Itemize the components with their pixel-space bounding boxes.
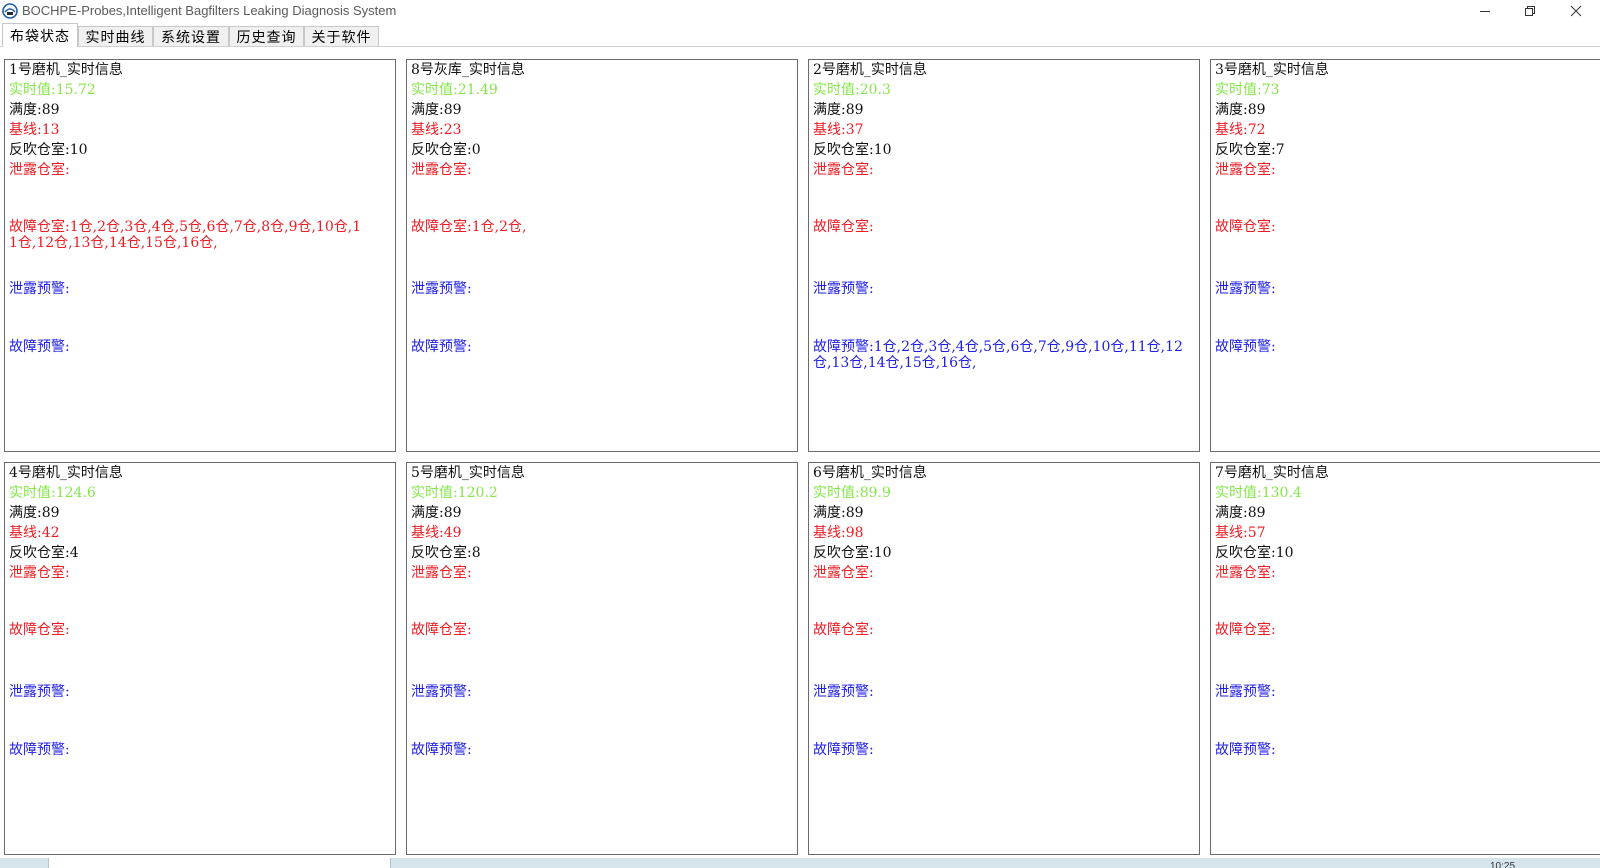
fault-warning: 故障预警:: [9, 339, 70, 355]
baseline: 基线:57: [1215, 525, 1266, 541]
title-bar[interactable]: BOCHPE-Probes,Intelligent Bagfilters Lea…: [0, 0, 1600, 23]
realtime-value: 实时值:20.3: [813, 82, 891, 98]
fault-warning: 故障预警:1仓,2仓,3仓,4仓,5仓,6仓,7仓,9仓,10仓,11仓,12仓…: [813, 339, 1183, 371]
taskbar-clock[interactable]: 10:25: [1490, 858, 1515, 868]
panel-ash-silo-8: 8号灰库_实时信息 实时值:21.49 满度:89 基线:23 反吹仓室:0 泄…: [406, 59, 798, 452]
tab-bag-status[interactable]: 布袋状态: [2, 23, 78, 47]
pulse-chamber: 反吹仓室:7: [1215, 142, 1285, 158]
panel-title: 2号磨机_实时信息: [813, 62, 927, 78]
pulse-chamber: 反吹仓室:0: [411, 142, 481, 158]
baseline: 基线:98: [813, 525, 864, 541]
realtime-value: 实时值:89.9: [813, 485, 891, 501]
panel-title: 3号磨机_实时信息: [1215, 62, 1329, 78]
panel-mill-4: 4号磨机_实时信息 实时值:124.6 满度:89 基线:42 反吹仓室:4 泄…: [4, 462, 396, 855]
leak-warning: 泄露预警:: [813, 684, 874, 700]
panel-title: 6号磨机_实时信息: [813, 465, 927, 481]
full-scale: 满度:89: [9, 102, 60, 118]
restore-button[interactable]: [1507, 0, 1552, 22]
baseline: 基线:72: [1215, 122, 1266, 138]
panel-mill-3: 3号磨机_实时信息 实时值:73 满度:89 基线:72 反吹仓室:7 泄露仓室…: [1210, 59, 1600, 452]
leak-chamber: 泄露仓室:: [9, 162, 70, 178]
full-scale: 满度:89: [411, 102, 462, 118]
pulse-chamber: 反吹仓室:10: [813, 545, 892, 561]
leak-warning: 泄露预警:: [411, 684, 472, 700]
full-scale: 满度:89: [1215, 102, 1266, 118]
fault-warning: 故障预警:: [1215, 339, 1276, 355]
leak-warning: 泄露预警:: [9, 684, 70, 700]
fault-warning: 故障预警:: [1215, 742, 1276, 758]
panel-title: 7号磨机_实时信息: [1215, 465, 1329, 481]
realtime-value: 实时值:124.6: [9, 485, 96, 501]
fault-chamber: 故障仓室:: [813, 622, 874, 638]
full-scale: 满度:89: [813, 102, 864, 118]
fault-warning: 故障预警:: [411, 742, 472, 758]
app-logo-icon: [2, 3, 18, 19]
fault-chamber: 故障仓室:: [9, 622, 70, 638]
restore-icon: [1524, 2, 1536, 21]
baseline: 基线:49: [411, 525, 462, 541]
leak-chamber: 泄露仓室:: [813, 162, 874, 178]
full-scale: 满度:89: [813, 505, 864, 521]
fault-warning: 故障预警:: [9, 742, 70, 758]
leak-chamber: 泄露仓室:: [411, 162, 472, 178]
leak-chamber: 泄露仓室:: [1215, 162, 1276, 178]
leak-warning: 泄露预警:: [411, 281, 472, 297]
taskbar-search-box[interactable]: [48, 858, 391, 868]
panel-mill-1: 1号磨机_实时信息 实时值:15.72 满度:89 基线:13 反吹仓室:10 …: [4, 59, 396, 452]
tab-system-settings[interactable]: 系统设置: [153, 26, 229, 46]
baseline: 基线:42: [9, 525, 60, 541]
panel-mill-5: 5号磨机_实时信息 实时值:120.2 满度:89 基线:49 反吹仓室:8 泄…: [406, 462, 798, 855]
fault-warning: 故障预警:: [813, 742, 874, 758]
full-scale: 满度:89: [1215, 505, 1266, 521]
baseline: 基线:37: [813, 122, 864, 138]
fault-chamber: 故障仓室:1仓,2仓,: [411, 219, 527, 235]
close-icon: [1570, 2, 1582, 21]
panel-title: 4号磨机_实时信息: [9, 465, 123, 481]
realtime-value: 实时值:130.4: [1215, 485, 1302, 501]
close-button[interactable]: [1553, 0, 1598, 22]
full-scale: 满度:89: [411, 505, 462, 521]
bag-status-grid: 1号磨机_实时信息 实时值:15.72 满度:89 基线:13 反吹仓室:10 …: [0, 48, 1600, 858]
leak-chamber: 泄露仓室:: [813, 565, 874, 581]
fault-warning: 故障预警:: [411, 339, 472, 355]
realtime-value: 实时值:15.72: [9, 82, 96, 98]
realtime-value: 实时值:120.2: [411, 485, 498, 501]
tab-realtime-curve[interactable]: 实时曲线: [78, 26, 153, 46]
tab-about-software[interactable]: 关于软件: [304, 26, 379, 46]
panel-title: 5号磨机_实时信息: [411, 465, 525, 481]
minimize-icon: [1479, 2, 1491, 21]
leak-warning: 泄露预警:: [813, 281, 874, 297]
window-title: BOCHPE-Probes,Intelligent Bagfilters Lea…: [22, 3, 397, 18]
fault-chamber: 故障仓室:: [1215, 622, 1276, 638]
pulse-chamber: 反吹仓室:8: [411, 545, 481, 561]
panel-mill-7: 7号磨机_实时信息 实时值:130.4 满度:89 基线:57 反吹仓室:10 …: [1210, 462, 1600, 855]
panel-title: 1号磨机_实时信息: [9, 62, 123, 78]
leak-chamber: 泄露仓室:: [411, 565, 472, 581]
baseline: 基线:13: [9, 122, 60, 138]
pulse-chamber: 反吹仓室:4: [9, 545, 79, 561]
app-window: BOCHPE-Probes,Intelligent Bagfilters Lea…: [0, 0, 1600, 868]
panel-mill-2: 2号磨机_实时信息 实时值:20.3 满度:89 基线:37 反吹仓室:10 泄…: [808, 59, 1200, 452]
leak-warning: 泄露预警:: [1215, 281, 1276, 297]
leak-warning: 泄露预警:: [1215, 684, 1276, 700]
pulse-chamber: 反吹仓室:10: [813, 142, 892, 158]
baseline: 基线:23: [411, 122, 462, 138]
fault-chamber: 故障仓室:: [1215, 219, 1276, 235]
realtime-value: 实时值:73: [1215, 82, 1280, 98]
fault-chamber: 故障仓室:: [813, 219, 874, 235]
full-scale: 满度:89: [9, 505, 60, 521]
leak-chamber: 泄露仓室:: [9, 565, 70, 581]
leak-warning: 泄露预警:: [9, 281, 70, 297]
fault-chamber: 故障仓室:: [411, 622, 472, 638]
panel-mill-6: 6号磨机_实时信息 实时值:89.9 满度:89 基线:98 反吹仓室:10 泄…: [808, 462, 1200, 855]
pulse-chamber: 反吹仓室:10: [1215, 545, 1294, 561]
realtime-value: 实时值:21.49: [411, 82, 498, 98]
minimize-button[interactable]: [1462, 0, 1507, 22]
leak-chamber: 泄露仓室:: [1215, 565, 1276, 581]
pulse-chamber: 反吹仓室:10: [9, 142, 88, 158]
panel-title: 8号灰库_实时信息: [411, 62, 525, 78]
fault-chamber: 故障仓室:1仓,2仓,3仓,4仓,5仓,6仓,7仓,8仓,9仓,10仓,11仓,…: [9, 219, 362, 251]
tab-history-query[interactable]: 历史查询: [229, 26, 304, 46]
